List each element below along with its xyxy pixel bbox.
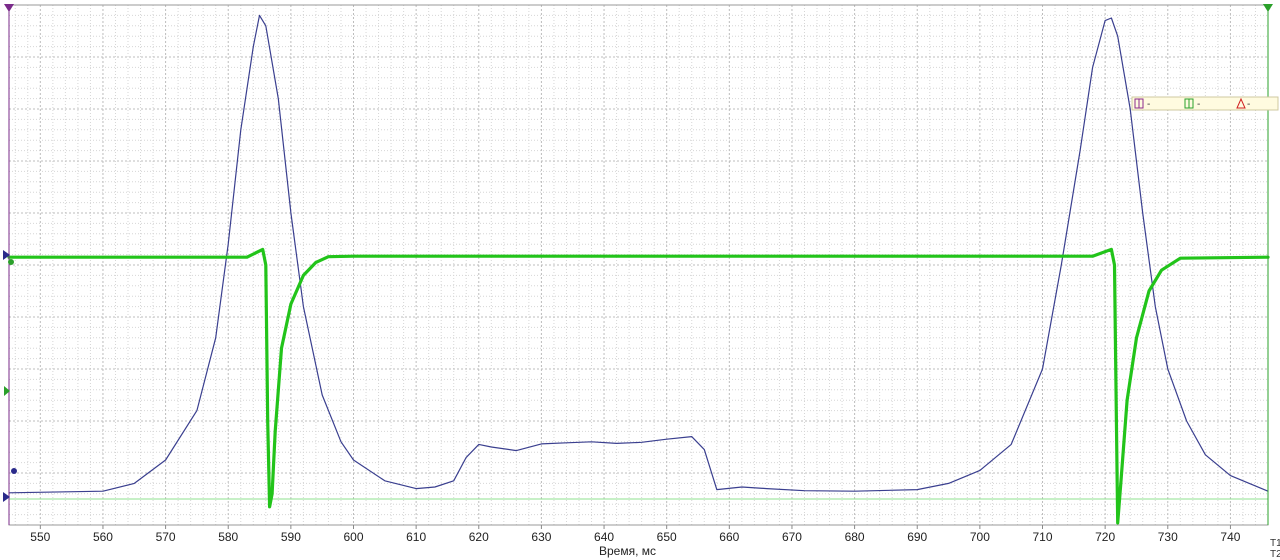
cursor-box-background bbox=[1131, 96, 1279, 111]
chart-background bbox=[0, 0, 1280, 560]
t1-corner-label: T1 bbox=[1270, 538, 1280, 549]
x-tick-label: 710 bbox=[1032, 530, 1052, 544]
x-tick-label: 640 bbox=[594, 530, 614, 544]
x-tick-label: 550 bbox=[30, 530, 50, 544]
x-tick-label: 560 bbox=[93, 530, 113, 544]
cursor-info-box[interactable]: - - - bbox=[1131, 96, 1279, 111]
t2-corner-label: T2 bbox=[1270, 549, 1280, 560]
x-tick-label: 650 bbox=[657, 530, 677, 544]
x-tick-label: 670 bbox=[782, 530, 802, 544]
x-tick-label: 720 bbox=[1095, 530, 1115, 544]
cursor-delta-value: - bbox=[1247, 99, 1250, 110]
x-tick-label: 600 bbox=[343, 530, 363, 544]
cursor-a-value: - bbox=[1147, 99, 1150, 110]
x-tick-label: 700 bbox=[970, 530, 990, 544]
x-tick-label: 680 bbox=[845, 530, 865, 544]
x-tick-label: 620 bbox=[469, 530, 489, 544]
cursor-b-value: - bbox=[1197, 99, 1200, 110]
x-tick-label: 610 bbox=[406, 530, 426, 544]
x-tick-label: 740 bbox=[1220, 530, 1240, 544]
x-tick-label: 660 bbox=[719, 530, 739, 544]
x-tick-label: 630 bbox=[531, 530, 551, 544]
oscilloscope-chart[interactable]: - - - 550 560 570 580 590 600 610 620 630 640 650 6… bbox=[0, 0, 1280, 560]
x-axis-title: Время, мс bbox=[599, 544, 656, 558]
channel-a-level-marker-icon[interactable] bbox=[11, 468, 17, 474]
x-tick-label: 690 bbox=[907, 530, 927, 544]
channel-b-level-marker-icon[interactable] bbox=[8, 259, 14, 265]
x-tick-label: 580 bbox=[218, 530, 238, 544]
x-tick-label: 590 bbox=[281, 530, 301, 544]
x-tick-label: 730 bbox=[1158, 530, 1178, 544]
x-tick-label: 570 bbox=[156, 530, 176, 544]
